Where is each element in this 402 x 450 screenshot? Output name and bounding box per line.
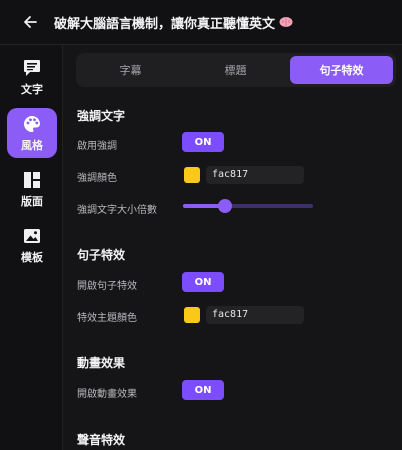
enable-emphasis-toggle[interactable]: ON	[182, 132, 224, 152]
section-title-emphasis: 強調文字	[77, 109, 126, 123]
effect-color-input[interactable]: fac817	[206, 306, 304, 324]
emphasis-size-slider[interactable]	[183, 199, 313, 213]
slider-thumb[interactable]	[217, 199, 232, 213]
enable-sentence-effect-toggle[interactable]: ON	[182, 272, 224, 292]
sidebar-item-label: 文字	[21, 82, 43, 96]
section-title-animation: 動畫效果	[77, 356, 126, 370]
sidebar-item-text[interactable]: 文字	[7, 52, 57, 102]
arrow-left-icon	[24, 16, 37, 28]
palette-icon	[24, 115, 40, 132]
sidebar-item-layout[interactable]: 版面	[7, 164, 57, 214]
brain-icon	[279, 16, 293, 28]
effect-color-label: 特效主題顏色	[77, 313, 137, 324]
tab-bar: 字幕 標題 句子特效	[76, 53, 396, 87]
sidebar-item-label: 版面	[21, 194, 43, 208]
sidebar-item-style[interactable]: 風格	[7, 108, 57, 158]
settings-panel: 字幕 標題 句子特效 強調文字 啟用強調 ON 強調顏色 fac817 強調文字…	[63, 45, 402, 450]
layout-icon	[24, 171, 40, 188]
section-title-sentence-effect: 句子特效	[77, 248, 126, 262]
sidebar: 文字 風格 版面 模板	[0, 45, 63, 450]
effect-color-swatch[interactable]	[184, 307, 200, 323]
emphasis-size-label: 強調文字大小倍數	[77, 205, 157, 216]
back-button[interactable]	[14, 6, 46, 38]
tab-subtitles[interactable]: 字幕	[79, 56, 182, 84]
emphasis-color-swatch[interactable]	[184, 167, 200, 183]
sidebar-item-label: 模板	[21, 250, 43, 264]
image-icon	[24, 228, 40, 243]
page-title-text: 破解大腦語言機制，讓你真正聽懂英文	[54, 16, 276, 32]
sidebar-item-template[interactable]: 模板	[7, 220, 57, 270]
text-icon	[24, 59, 40, 76]
page-title: 破解大腦語言機制，讓你真正聽懂英文	[54, 13, 293, 32]
top-bar: 破解大腦語言機制，讓你真正聽懂英文	[0, 0, 402, 45]
enable-animation-label: 開啟動畫效果	[77, 389, 137, 400]
emphasis-color-label: 強調顏色	[77, 173, 117, 184]
emphasis-color-input[interactable]: fac817	[206, 166, 304, 184]
tab-title[interactable]: 標題	[184, 56, 287, 84]
sidebar-item-label: 風格	[21, 138, 43, 152]
enable-animation-toggle[interactable]: ON	[182, 380, 224, 400]
section-title-sound: 聲音特效	[77, 433, 126, 447]
enable-sentence-effect-label: 開啟句子特效	[77, 281, 137, 292]
tab-sentence-effect[interactable]: 句子特效	[290, 56, 393, 84]
enable-emphasis-label: 啟用強調	[77, 141, 117, 152]
